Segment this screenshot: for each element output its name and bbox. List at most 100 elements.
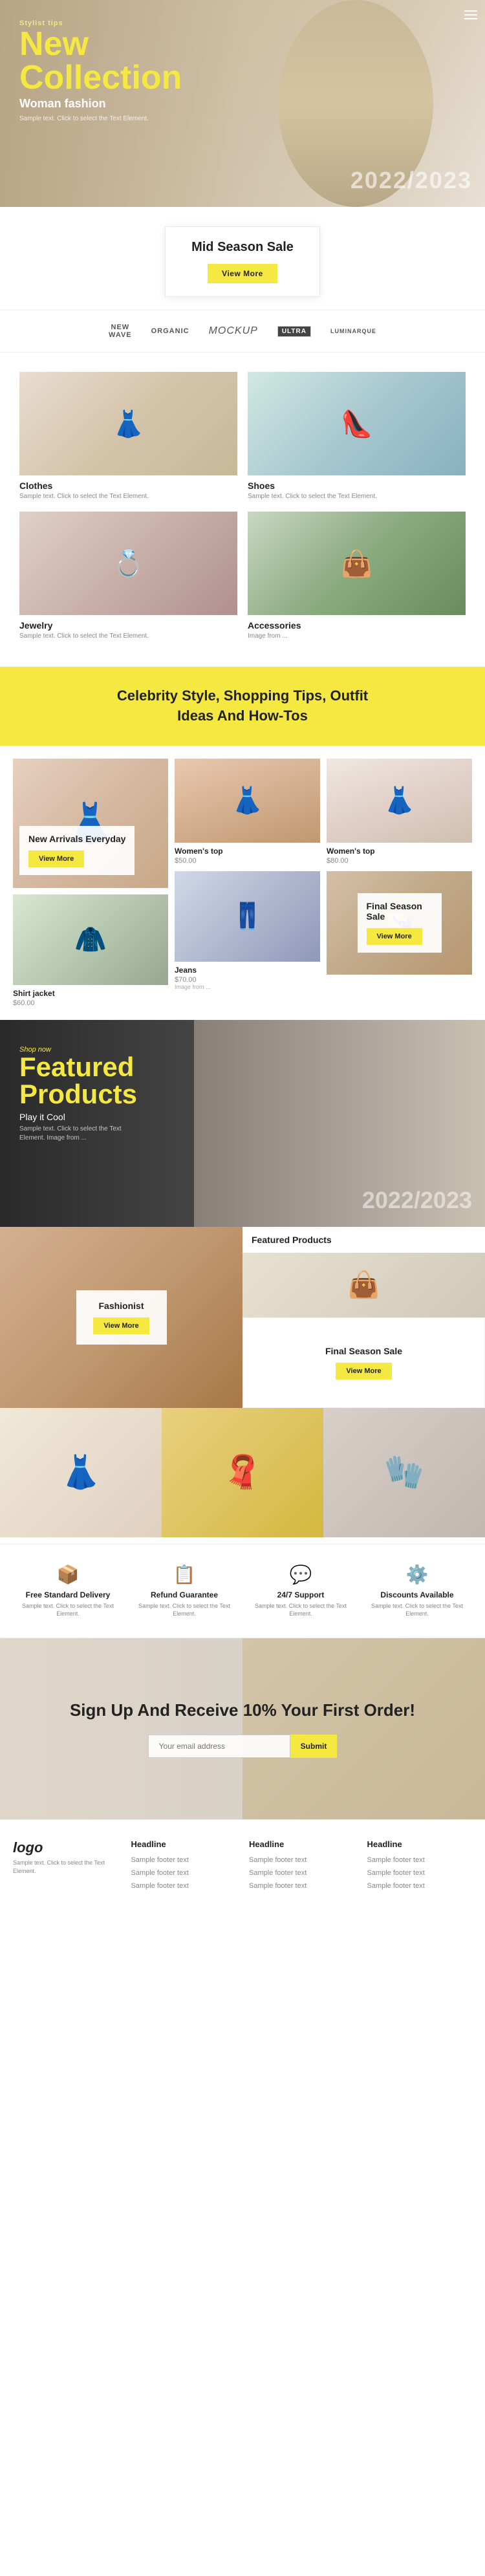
category-section: 👗 Clothes Sample text. Click to select t… (0, 352, 485, 647)
featured-products-title: Featured Products (252, 1235, 476, 1245)
fashionist-overlay: Fashionist View More (76, 1290, 167, 1345)
footer-col-2-link-2[interactable]: Sample footer text (249, 1867, 354, 1880)
footer-col-3-title: Headline (367, 1839, 473, 1849)
footer-col-3-link-1[interactable]: Sample footer text (367, 1854, 473, 1867)
category-clothes[interactable]: 👗 Clothes Sample text. Click to select t… (19, 372, 237, 501)
delivery-desc: Sample text. Click to select the Text El… (13, 1602, 123, 1618)
shirt-jacket-card: 🧥 Shirt jacket $60.00 (13, 894, 168, 1007)
delivery-icon: 📦 (13, 1564, 123, 1585)
fashionist-left: Fashionist View More (0, 1227, 242, 1408)
hero-year: 2022/2023 (350, 167, 472, 194)
jeans-price: $70.00 (175, 976, 320, 984)
jeans-final-row: 👖 Jeans $70.00 Image from ... 👒 Final Se… (175, 871, 472, 990)
refund-title: Refund Guarantee (129, 1590, 239, 1599)
featured-products-icon: 👜 (348, 1270, 380, 1300)
newsletter-content: Sign Up And Receive 10% Your First Order… (31, 1700, 454, 1758)
footer-col-2: Headline Sample footer text Sample foote… (249, 1839, 354, 1892)
featured-year: 2022/2023 (362, 1187, 472, 1214)
mid-sale-section: Mid Season Sale View More (0, 207, 485, 310)
footer-col-3: Headline Sample footer text Sample foote… (367, 1839, 473, 1892)
shirt-bg: 🧥 (13, 894, 168, 985)
mid-sale-view-more-button[interactable]: View More (208, 264, 277, 283)
final-sale-1-btn[interactable]: View More (367, 928, 422, 945)
newsletter-form: Submit (70, 1735, 415, 1758)
women-top-1-name: Women's top (175, 847, 320, 856)
support-title: 24/7 Support (246, 1590, 356, 1599)
products-right-column: 👗 Women's top $50.00 👗 Women's top $80.0… (175, 759, 472, 1007)
final-sale-2-card: Final Season Sale View More (315, 1336, 413, 1390)
women-top-2-price: $80.00 (327, 857, 472, 865)
jewelry-desc: Sample text. Click to select the Text El… (19, 632, 237, 641)
footer-col-2-link-3[interactable]: Sample footer text (249, 1880, 354, 1893)
brand-new-wave: NEWWAVE (109, 323, 132, 339)
new-arrivals-card: 👗 New Arrivals Everyday View More (13, 759, 168, 888)
footer-col-1-link-1[interactable]: Sample footer text (131, 1854, 237, 1867)
final-sale-2-title: Final Season Sale (325, 1346, 402, 1356)
footer-col-1-link-2[interactable]: Sample footer text (131, 1867, 237, 1880)
hamburger-menu[interactable] (464, 8, 477, 22)
newsletter-submit-button[interactable]: Submit (290, 1735, 338, 1758)
newsletter-email-input[interactable] (148, 1735, 290, 1758)
footer-col-3-link-3[interactable]: Sample footer text (367, 1880, 473, 1893)
featured-subtitle: Play it Cool (19, 1112, 137, 1122)
featured-products-image: 👜 (242, 1253, 485, 1317)
yellow-banner-text: Celebrity Style, Shopping Tips, Outfit I… (113, 686, 372, 726)
category-shoes[interactable]: 👠 Shoes Sample text. Click to select the… (248, 372, 466, 501)
category-jewelry[interactable]: 💍 Jewelry Sample text. Click to select t… (19, 512, 237, 641)
featured-title-1: Featured (19, 1054, 137, 1081)
women-top-2-image: 👗 (327, 759, 472, 843)
brand-ultra: Ultra (277, 327, 311, 335)
final-sale-1-overlay: Final Season Sale View More (358, 893, 442, 953)
featured-description: Sample text. Click to select the Text El… (19, 1125, 136, 1143)
shoes-label: Shoes (248, 481, 466, 491)
refund-desc: Sample text. Click to select the Text El… (129, 1602, 239, 1618)
shoes-desc: Sample text. Click to select the Text El… (248, 492, 466, 501)
service-support: 💬 24/7 Support Sample text. Click to sel… (246, 1564, 356, 1618)
jewelry-label: Jewelry (19, 620, 237, 631)
final-sale-2-btn[interactable]: View More (336, 1363, 391, 1380)
jeans-image: 👖 (175, 871, 320, 962)
accessories-label: Accessories (248, 620, 466, 631)
women-top-2-name: Women's top (327, 847, 472, 856)
hero-content: Stylist tips New Collection Woman fashio… (19, 19, 182, 124)
mid-sale-title: Mid Season Sale (191, 240, 294, 255)
jeans-name: Jeans (175, 966, 320, 975)
women-top-1-bg: 👗 (175, 759, 320, 843)
final-season-sale-1-card: 👒 Final Season Sale View More (327, 871, 472, 990)
delivery-title: Free Standard Delivery (13, 1590, 123, 1599)
fashionist-title: Fashionist (88, 1301, 155, 1311)
new-arrivals-title: New Arrivals Everyday (28, 834, 125, 844)
featured-section: Shop now Featured Products Play it Cool … (0, 1020, 485, 1227)
women-top-2-card: 👗 Women's top $80.00 (327, 759, 472, 865)
service-discounts: ⚙️ Discounts Available Sample text. Clic… (362, 1564, 472, 1618)
fashionist-btn[interactable]: View More (93, 1317, 149, 1334)
footer-col-2-link-1[interactable]: Sample footer text (249, 1854, 354, 1867)
service-delivery: 📦 Free Standard Delivery Sample text. Cl… (13, 1564, 123, 1618)
footer-col-1-title: Headline (131, 1839, 237, 1849)
yellow-banner: Celebrity Style, Shopping Tips, Outfit I… (0, 667, 485, 746)
brand-luminarque: LUMINARQUE (330, 328, 376, 334)
clothes-label: Clothes (19, 481, 237, 491)
new-arrivals-overlay: New Arrivals Everyday View More (19, 826, 135, 875)
category-accessories[interactable]: 👜 Accessories Image from ... (248, 512, 466, 641)
newsletter-title: Sign Up And Receive 10% Your First Order… (70, 1700, 415, 1722)
mid-sale-card: Mid Season Sale View More (165, 226, 320, 297)
brands-section: NEWWAVE ORGANIC Mockup Ultra LUMINARQUE (0, 310, 485, 352)
footer-col-1: Headline Sample footer text Sample foote… (131, 1839, 237, 1892)
hero-description: Sample text. Click to select the Text El… (19, 114, 149, 124)
jewelry-image: 💍 (19, 512, 237, 615)
final-sale-1-image: 👒 Final Season Sale View More (327, 871, 472, 975)
accessories-image: 👜 (248, 512, 466, 615)
footer-logo-desc: Sample text. Click to select the Text El… (13, 1859, 118, 1876)
fashionist-row: Fashionist View More Featured Products 👜… (0, 1227, 485, 1408)
women-top-2-bg: 👗 (327, 759, 472, 843)
jeans-card: 👖 Jeans $70.00 Image from ... (175, 871, 320, 990)
footer-col-3-link-2[interactable]: Sample footer text (367, 1867, 473, 1880)
clothes-desc: Sample text. Click to select the Text El… (19, 492, 237, 501)
footer-col-1-link-3[interactable]: Sample footer text (131, 1880, 237, 1893)
products-row: 👗 New Arrivals Everyday View More 🧥 Shir… (0, 746, 485, 1007)
women-top-1-card: 👗 Women's top $50.00 (175, 759, 320, 865)
small-grid-item-1: 👗 (0, 1408, 162, 1537)
new-arrivals-btn[interactable]: View More (28, 850, 84, 867)
final-sale-1-title: Final Season Sale (367, 901, 433, 922)
